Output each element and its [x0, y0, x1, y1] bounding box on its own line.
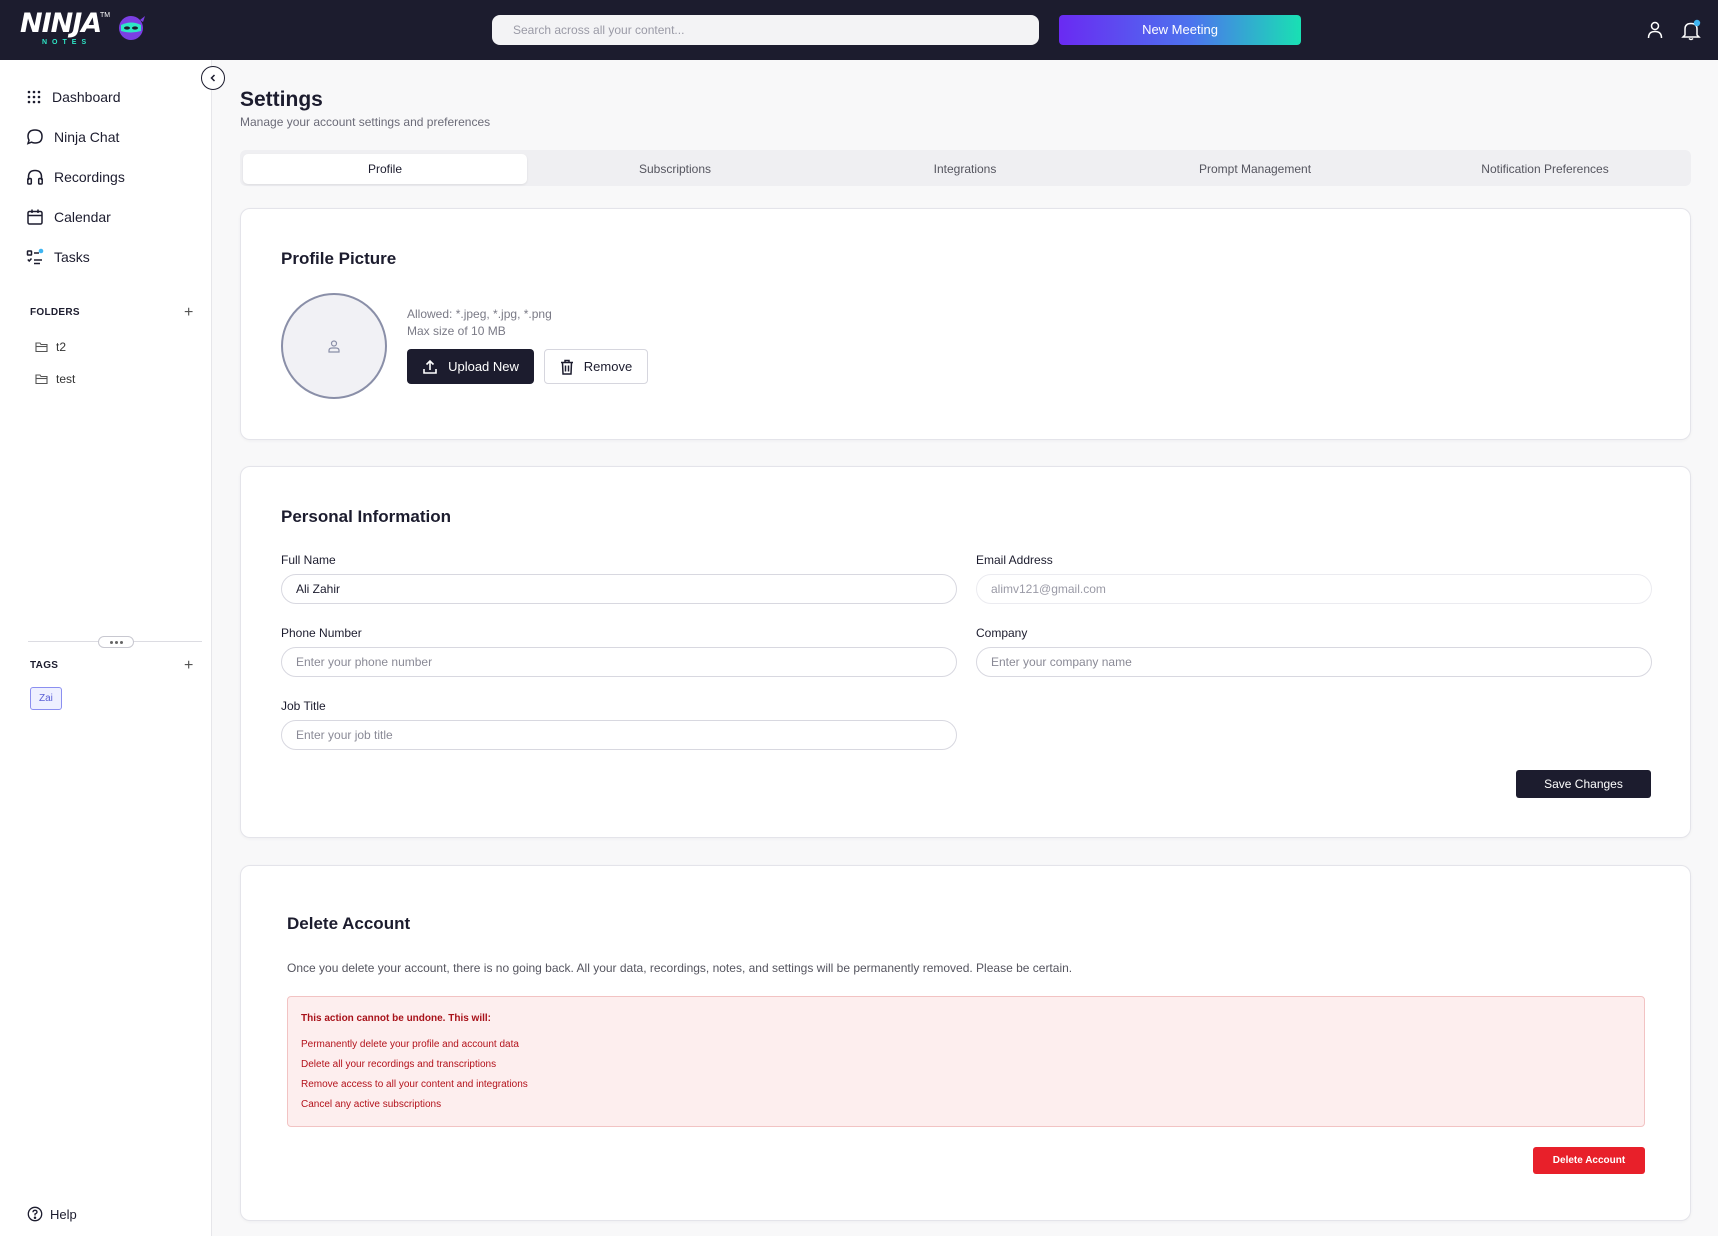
ninja-mask-icon	[119, 16, 145, 40]
folder-icon	[35, 374, 48, 385]
tab-subscriptions[interactable]: Subscriptions	[533, 154, 817, 184]
add-tag-button[interactable]: +	[184, 658, 193, 674]
grid-icon	[27, 90, 41, 104]
company-label: Company	[976, 626, 1028, 640]
sidebar-item-label: Tasks	[54, 249, 90, 265]
sidebar-item-label: Dashboard	[52, 89, 121, 105]
warning-item: Delete all your recordings and transcrip…	[301, 1059, 497, 1070]
chevron-left-icon	[210, 74, 216, 82]
sidebar-item-dashboard[interactable]: Dashboard	[26, 83, 121, 111]
remove-picture-button[interactable]: Remove	[544, 349, 648, 384]
tab-notification-preferences[interactable]: Notification Preferences	[1403, 154, 1687, 184]
sidebar-item-label: Ninja Chat	[54, 129, 120, 145]
top-bar: NINJA TM NOTES New Meeting	[0, 0, 1718, 60]
sidebar-item-label: Recordings	[54, 169, 125, 185]
logo-text: NINJA	[20, 8, 102, 39]
bell-icon[interactable]	[1680, 19, 1702, 41]
sidebar-item-tasks[interactable]: Tasks	[26, 243, 90, 271]
folder-item[interactable]: t2	[35, 340, 66, 354]
help-circle-icon	[27, 1206, 43, 1222]
warning-item: Permanently delete your profile and acco…	[301, 1039, 519, 1050]
sidebar-item-ninja-chat[interactable]: Ninja Chat	[26, 123, 119, 151]
tab-prompt-management[interactable]: Prompt Management	[1113, 154, 1397, 184]
logo-subtext: NOTES	[42, 39, 92, 46]
sidebar: Dashboard Ninja Chat Recordings Calendar	[0, 60, 212, 1236]
resize-handle[interactable]	[98, 636, 134, 648]
job-title-field[interactable]	[281, 720, 957, 750]
warning-heading: This action cannot be undone. This will:	[301, 1013, 492, 1024]
upload-icon	[423, 359, 437, 374]
user-placeholder-icon	[328, 340, 340, 353]
folder-label: test	[56, 372, 76, 386]
tasks-icon	[26, 248, 44, 265]
calendar-icon	[27, 209, 43, 225]
warning-item: Cancel any active subscriptions	[301, 1099, 442, 1110]
headphones-icon	[27, 169, 43, 185]
job-title-label: Job Title	[281, 699, 326, 713]
personal-information-title: Personal Information	[281, 507, 452, 526]
delete-account-title: Delete Account	[287, 914, 411, 933]
help-link[interactable]: Help	[27, 1206, 77, 1222]
chat-bubble-icon	[26, 129, 43, 145]
sidebar-item-calendar[interactable]: Calendar	[26, 203, 111, 231]
personal-information-card: Personal Information Full Name Email Add…	[240, 466, 1691, 838]
save-changes-button[interactable]: Save Changes	[1516, 770, 1651, 798]
full-name-field[interactable]	[281, 574, 957, 604]
sidebar-item-recordings[interactable]: Recordings	[26, 163, 125, 191]
settings-tabs: Profile Subscriptions Integrations Promp…	[240, 150, 1691, 186]
ninja-notes-logo[interactable]: NINJA TM NOTES	[20, 8, 145, 50]
tags-heading: TAGS	[30, 660, 59, 671]
folder-item[interactable]: test	[35, 372, 75, 386]
new-meeting-button[interactable]: New Meeting	[1059, 15, 1301, 45]
tab-profile[interactable]: Profile	[243, 154, 527, 184]
delete-account-card: Delete Account Once you delete your acco…	[240, 865, 1691, 1221]
profile-picture-title: Profile Picture	[281, 249, 397, 268]
tab-integrations[interactable]: Integrations	[823, 154, 1107, 184]
max-file-size: Max size of 10 MB	[407, 324, 506, 338]
remove-label: Remove	[583, 359, 633, 374]
page-title: Settings	[240, 88, 323, 111]
folder-label: t2	[56, 340, 67, 354]
search-input[interactable]	[492, 15, 1039, 45]
avatar[interactable]	[281, 293, 387, 399]
folder-icon	[35, 342, 48, 353]
phone-label: Phone Number	[281, 626, 362, 640]
phone-field[interactable]	[281, 647, 957, 677]
page-subtitle: Manage your account settings and prefere…	[240, 115, 491, 129]
delete-account-description: Once you delete your account, there is n…	[287, 961, 1073, 975]
trash-icon	[560, 359, 573, 375]
email-label: Email Address	[976, 553, 1053, 567]
collapse-sidebar-button[interactable]	[201, 66, 225, 90]
delete-account-button[interactable]: Delete Account	[1533, 1147, 1645, 1174]
add-folder-button[interactable]: +	[184, 305, 193, 321]
upload-new-button[interactable]: Upload New	[407, 349, 534, 384]
profile-picture-card: Profile Picture Allowed: *.jpeg, *.jpg, …	[240, 208, 1691, 440]
delete-warning-box: This action cannot be undone. This will:…	[287, 996, 1645, 1127]
warning-item: Remove access to all your content and in…	[301, 1079, 528, 1090]
user-icon[interactable]	[1645, 20, 1665, 40]
company-field[interactable]	[976, 647, 1652, 677]
allowed-file-types: Allowed: *.jpeg, *.jpg, *.png	[407, 307, 552, 321]
help-label: Help	[50, 1206, 77, 1222]
logo-trademark: TM	[100, 12, 111, 19]
email-field	[976, 574, 1652, 604]
sidebar-item-label: Calendar	[54, 209, 111, 225]
full-name-label: Full Name	[281, 553, 336, 567]
tag-chip[interactable]: Zai	[30, 687, 62, 710]
upload-new-label: Upload New	[448, 359, 519, 374]
folders-heading: FOLDERS	[30, 307, 80, 318]
